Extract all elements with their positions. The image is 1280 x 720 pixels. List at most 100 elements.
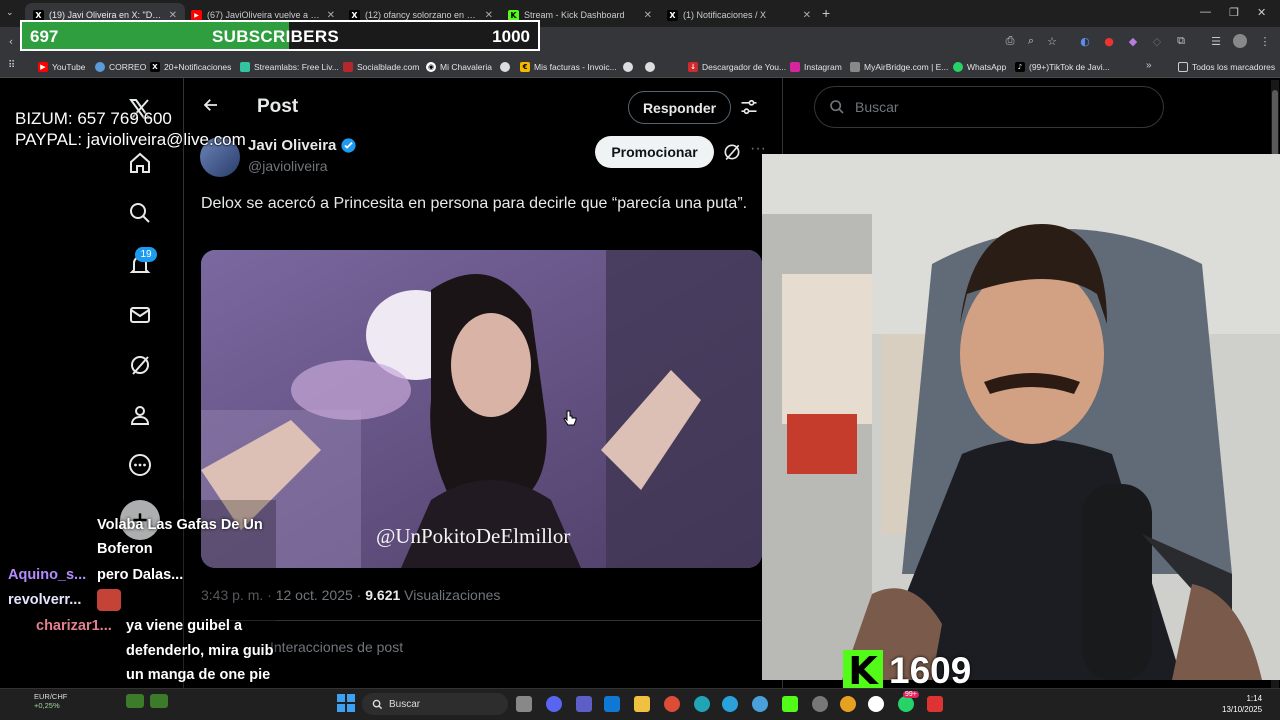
site-icon: ◉ xyxy=(426,62,436,72)
task-view-icon[interactable] xyxy=(516,696,532,712)
system-clock[interactable]: 1:14 13/10/2025 xyxy=(1222,693,1262,715)
tab-5[interactable]: X (1) Notificaciones / X ✕ xyxy=(659,3,819,27)
site-icon[interactable] xyxy=(645,62,655,72)
extensions-puzzle-icon[interactable]: ⧉ xyxy=(1174,34,1188,48)
bookmark-facturas[interactable]: € Mis facturas - Invoic... xyxy=(520,60,617,74)
obs-icon[interactable] xyxy=(812,696,828,712)
install-icon[interactable]: ⎙ xyxy=(1003,34,1017,48)
minimize-icon[interactable]: — xyxy=(1200,6,1211,18)
site-icon[interactable] xyxy=(623,62,633,72)
zoom-icon[interactable]: ⌕ xyxy=(1024,34,1038,48)
all-bookmarks-folder[interactable]: Todos los marcadores xyxy=(1178,60,1275,74)
extension-icon[interactable]: ◇ xyxy=(1150,34,1164,48)
bookmark-chavaleria[interactable]: ◉ Mi Chavaleria xyxy=(426,60,492,74)
profile-avatar[interactable] xyxy=(1233,34,1247,48)
post-date[interactable]: 12 oct. 2025 xyxy=(276,587,353,603)
window-close-icon[interactable]: ✕ xyxy=(1257,6,1266,19)
finance-widget[interactable]: EUR/CHF +0,25% xyxy=(8,692,67,710)
app-icon[interactable] xyxy=(840,696,856,712)
bookmark-label: Socialblade.com xyxy=(357,62,420,72)
chrome-icon[interactable] xyxy=(664,696,680,712)
whatsapp-icon[interactable] xyxy=(898,696,914,712)
author-name[interactable]: Javi Oliveira xyxy=(248,137,336,154)
kick-icon[interactable] xyxy=(782,696,798,712)
bookmark-tiktok[interactable]: ♪ (99+)TikTok de Javi... xyxy=(1015,60,1110,74)
close-icon[interactable]: ✕ xyxy=(485,10,493,21)
menu-dots-icon[interactable]: ⋮ xyxy=(1258,34,1272,48)
back-arrow-icon[interactable]: ‹ xyxy=(4,34,18,48)
chat-emote xyxy=(126,694,144,708)
outlook-icon[interactable] xyxy=(604,696,620,712)
tab-title: (19) Javi Oliveira en X: "Delo xyxy=(49,10,164,20)
bookmark-label: Streamlabs: Free Liv... xyxy=(254,62,339,72)
network-icon[interactable] xyxy=(752,696,768,712)
invoice-icon: € xyxy=(520,62,530,72)
profile-person-icon[interactable] xyxy=(127,402,153,428)
apps-grid-icon[interactable]: ⠿ xyxy=(8,60,15,71)
reply-button[interactable]: Responder xyxy=(628,91,731,124)
author-handle[interactable]: @javioliveira xyxy=(248,158,328,174)
tab-title: Stream - Kick Dashboard xyxy=(524,10,625,20)
close-icon[interactable]: ✕ xyxy=(803,10,811,21)
extension-icon[interactable]: ● xyxy=(1102,34,1116,48)
telegram-icon[interactable] xyxy=(722,696,738,712)
messages-mail-icon[interactable] xyxy=(127,302,153,328)
extension-icon[interactable]: ◆ xyxy=(1126,34,1140,48)
bookmark-youtube[interactable]: ▶ YouTube xyxy=(38,60,85,74)
bookmarks-overflow-icon[interactable]: » xyxy=(1146,60,1152,71)
tab-search-icon[interactable]: ⌄ xyxy=(6,7,14,18)
teams-icon[interactable] xyxy=(576,696,592,712)
app-icon[interactable] xyxy=(868,696,884,712)
bookmark-label: Instagram xyxy=(804,62,842,72)
bookmark-socialblade[interactable]: Socialblade.com xyxy=(343,60,419,74)
discord-icon[interactable] xyxy=(546,696,562,712)
folder-icon xyxy=(1178,62,1188,72)
bookmark-myairbridge[interactable]: MyAirBridge.com | E... xyxy=(850,60,948,74)
views-label: Visualizaciones xyxy=(404,587,501,603)
grok-icon[interactable] xyxy=(127,352,153,378)
bookmark-correo[interactable]: CORREO xyxy=(95,60,146,74)
bookmark-descargador[interactable]: ↓ Descargador de You... xyxy=(688,60,786,74)
search-input[interactable]: Buscar xyxy=(814,86,1164,128)
restore-icon[interactable]: ❐ xyxy=(1229,6,1239,19)
file-explorer-icon[interactable] xyxy=(634,696,650,712)
bookmark-whatsapp[interactable]: WhatsApp xyxy=(953,60,1006,74)
post-interactions-link[interactable]: Interacciones de post xyxy=(270,639,403,655)
clock-date: 13/10/2025 xyxy=(1222,705,1263,714)
bookmark-notificaciones[interactable]: X 20+Notificaciones xyxy=(150,60,231,74)
app-icon[interactable] xyxy=(927,696,943,712)
explore-search-icon[interactable] xyxy=(127,200,153,226)
more-circle-icon[interactable] xyxy=(127,452,153,478)
post-video[interactable]: @UnPokitoDeElmillor xyxy=(201,250,762,568)
taskbar-search[interactable]: Buscar xyxy=(362,693,508,715)
grok-icon[interactable] xyxy=(722,142,742,162)
filter-settings-icon[interactable] xyxy=(739,97,759,122)
site-icon[interactable] xyxy=(500,62,510,72)
bookmark-label: 20+Notificaciones xyxy=(164,62,232,72)
ticker-change: +0,25% xyxy=(34,701,60,710)
mouse-cursor-hand-icon xyxy=(563,410,577,433)
edge-icon[interactable] xyxy=(694,696,710,712)
subscriber-goal: 1000 xyxy=(492,27,530,46)
media-icon[interactable]: ☰ xyxy=(1209,34,1223,48)
close-icon[interactable]: ✕ xyxy=(169,10,177,21)
screen: ⌄ X (19) Javi Oliveira en X: "Delo ✕ ▶ (… xyxy=(0,0,1280,720)
mail-icon xyxy=(95,62,105,72)
author-name-row[interactable]: Javi Oliveira xyxy=(248,137,357,154)
chat-username: revolverr... xyxy=(8,592,82,608)
paypal-text: PAYPAL: javioliveira@live.com xyxy=(15,130,246,149)
tab-title: (12) ofancy solorzano en X: "Gr xyxy=(365,10,480,20)
home-icon[interactable] xyxy=(127,150,153,176)
promote-button[interactable]: Promocionar xyxy=(595,136,714,168)
bookmark-streamlabs[interactable]: Streamlabs: Free Liv... xyxy=(240,60,339,74)
close-icon[interactable]: ✕ xyxy=(644,10,652,21)
new-tab-button[interactable]: + xyxy=(822,5,830,21)
close-icon[interactable]: ✕ xyxy=(327,10,335,21)
bookmark-instagram[interactable]: Instagram xyxy=(790,60,842,74)
chat-message: Boferon xyxy=(97,541,153,557)
bookmark-label: YouTube xyxy=(52,62,86,72)
download-icon: ↓ xyxy=(688,62,698,72)
windows-start-icon[interactable] xyxy=(337,694,355,717)
star-icon[interactable]: ☆ xyxy=(1045,34,1059,48)
extension-icon[interactable]: ◐ xyxy=(1078,34,1092,48)
